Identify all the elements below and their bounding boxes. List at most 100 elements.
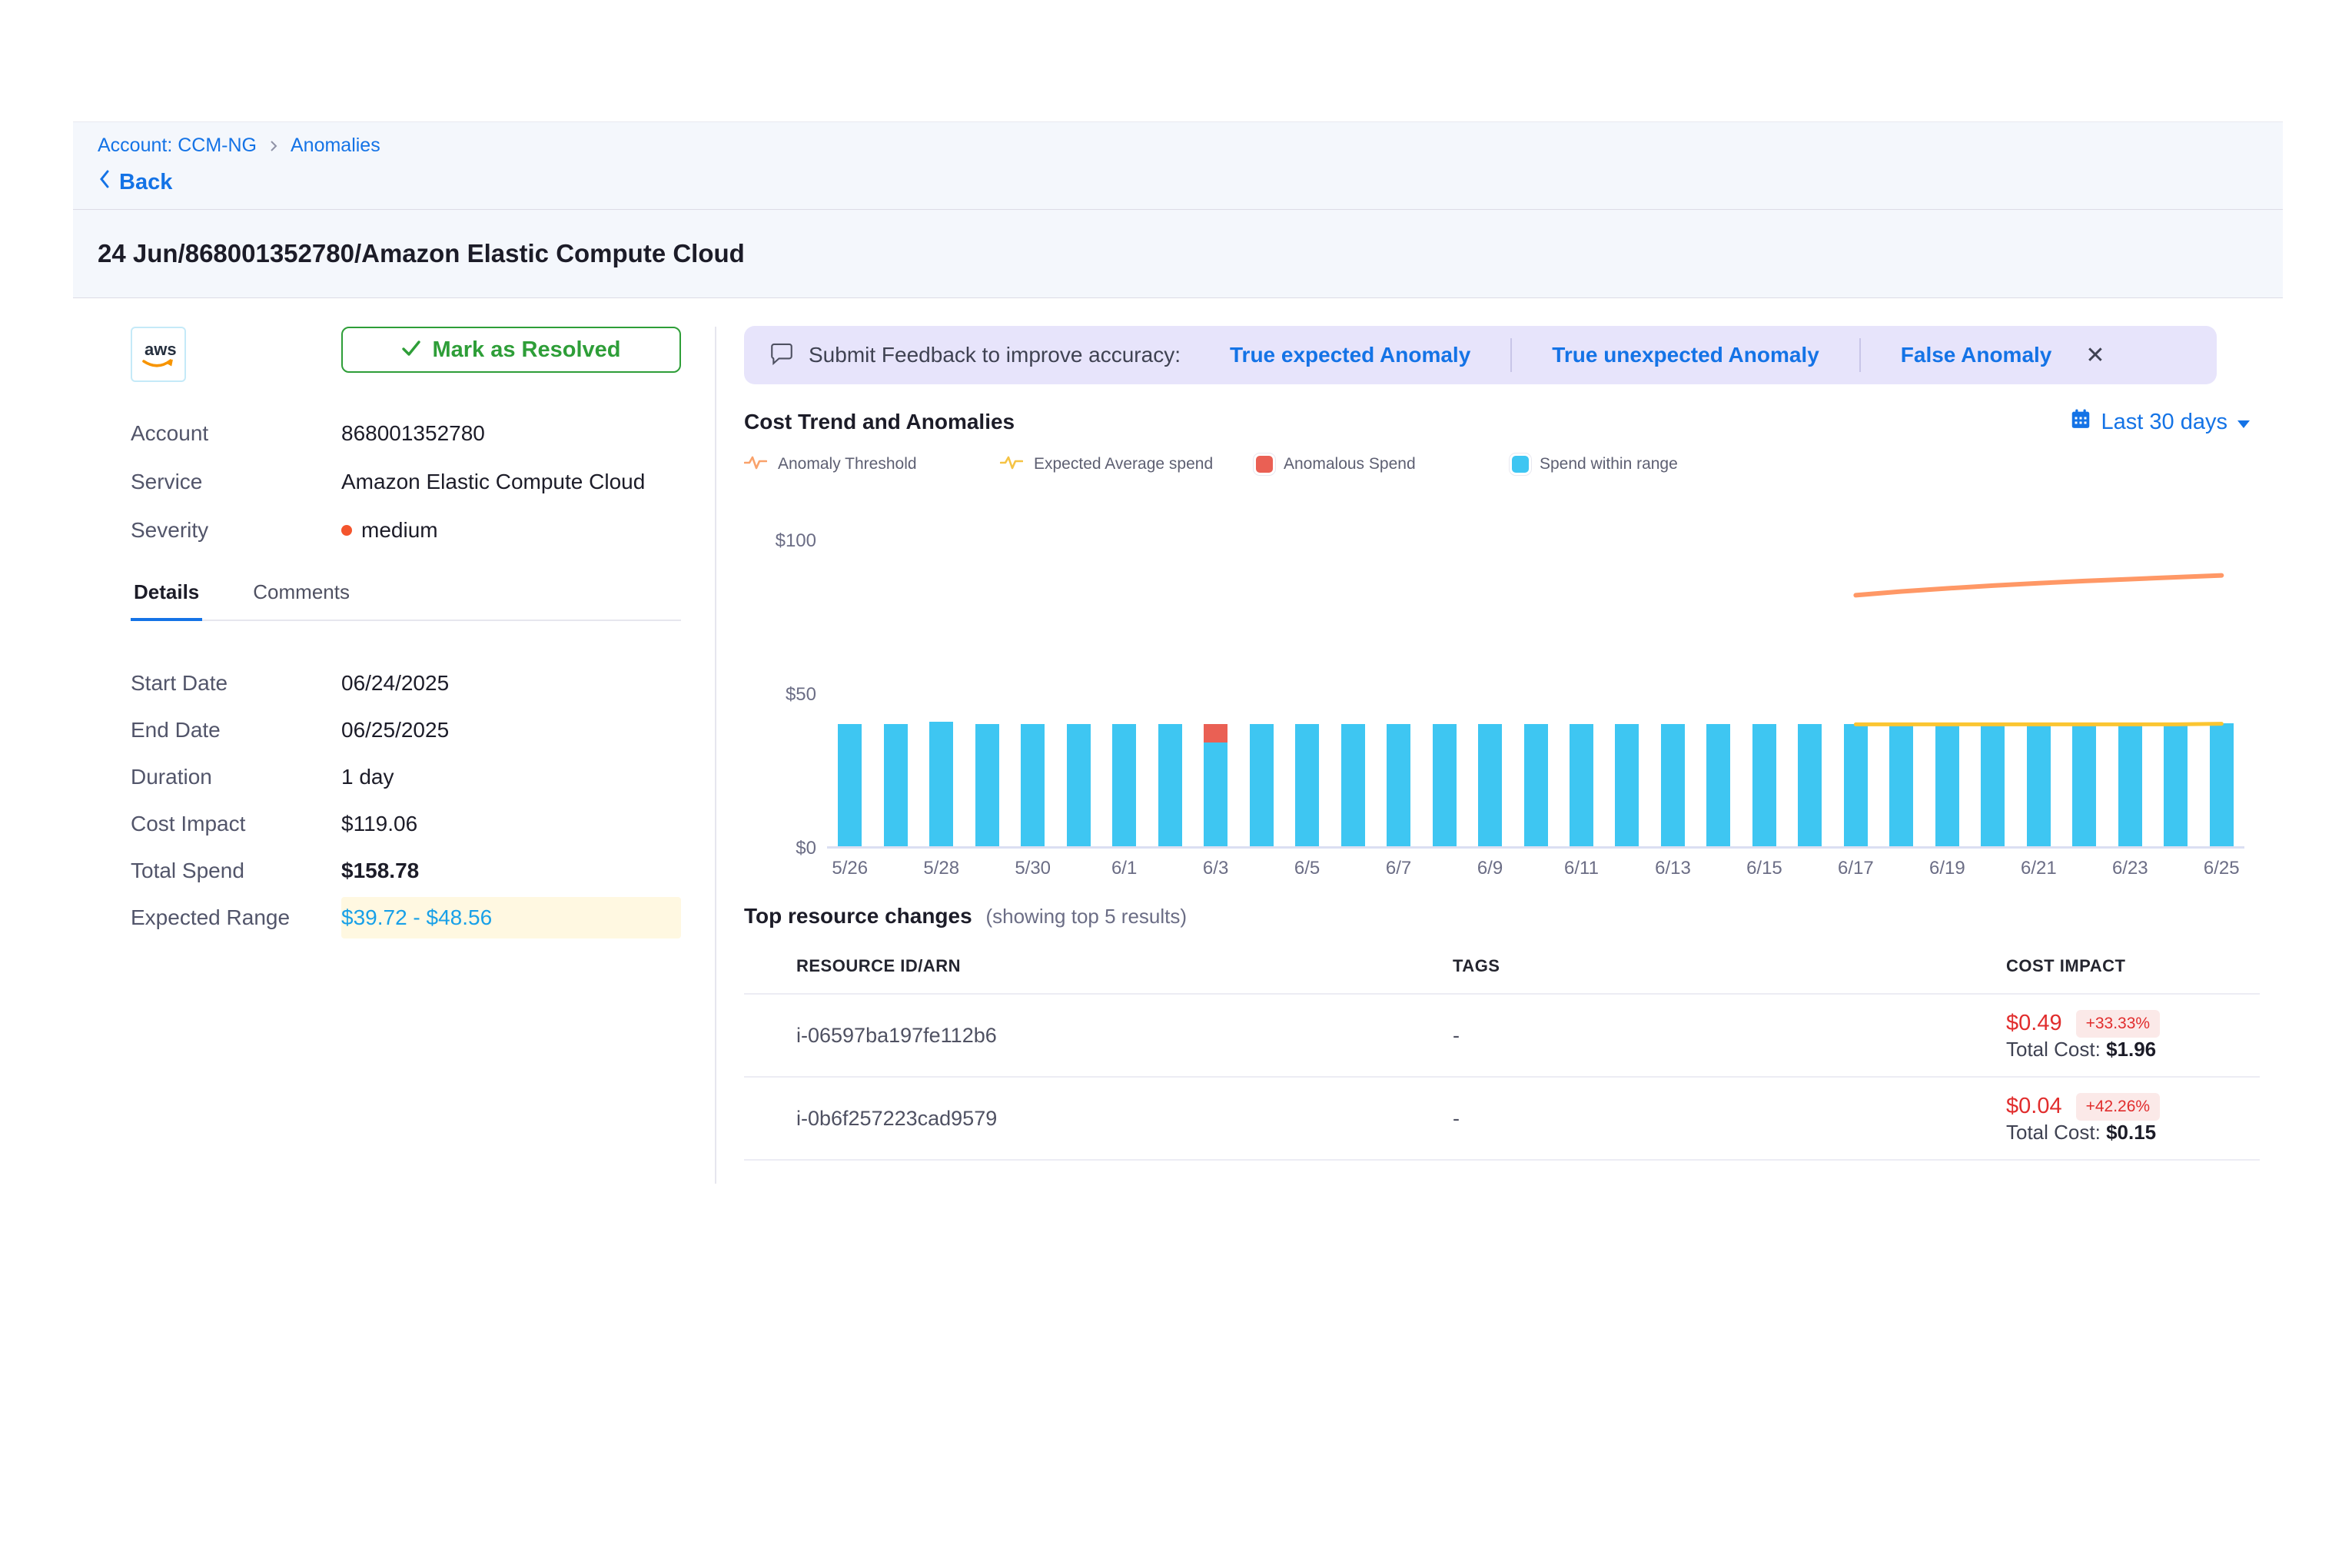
bar-5/26[interactable]: [827, 724, 872, 846]
bar-6/11[interactable]: [1559, 724, 1604, 846]
bar-6/17[interactable]: [1833, 724, 1879, 846]
x-tick-6/6: [1330, 858, 1375, 879]
bar-6/15[interactable]: [1742, 724, 1787, 846]
table-row[interactable]: i-06597ba197fe112b6 - $0.49 +33.33% Tota…: [744, 995, 2260, 1078]
expected-range-highlight: $39.72 - $48.56: [341, 897, 681, 938]
check-icon: [401, 337, 421, 363]
column-tags: TAGS: [1453, 956, 2006, 976]
resource-tags: -: [1453, 1024, 2006, 1048]
chart-title: Cost Trend and Anomalies: [744, 410, 1015, 434]
chart-header: Cost Trend and Anomalies Last 30 days: [744, 407, 2260, 437]
bar-6/1[interactable]: [1101, 724, 1147, 846]
feedback-separator: [1859, 338, 1861, 372]
date-range-picker[interactable]: Last 30 days: [2069, 407, 2251, 437]
details-list: Start Date 06/24/2025 End Date 06/25/202…: [131, 659, 681, 941]
breadcrumb-anomalies-link[interactable]: Anomalies: [291, 135, 380, 157]
bar-6/9[interactable]: [1467, 724, 1513, 846]
chart-plot-area: [827, 540, 2244, 849]
severity-badge: medium: [341, 517, 438, 543]
resource-tags: -: [1453, 1107, 2006, 1131]
bar-5/29[interactable]: [964, 724, 1009, 846]
feedback-true-unexpected[interactable]: True unexpected Anomaly: [1552, 343, 1819, 367]
close-icon[interactable]: ✕: [2085, 342, 2105, 369]
bar-6/22[interactable]: [2061, 723, 2107, 846]
table-header-row: RESOURCE ID/ARN TAGS COST IMPACT: [744, 956, 2260, 995]
bar-6/3[interactable]: [1193, 724, 1238, 846]
bar-6/7[interactable]: [1376, 724, 1421, 846]
breadcrumb-account-link[interactable]: Account: CCM-NG: [98, 135, 257, 157]
panel-divider: [715, 327, 716, 1184]
cost-impact-value: $0.49: [2006, 1011, 2062, 1036]
chevron-right-icon: [267, 140, 280, 152]
severity-dot-icon: [341, 525, 352, 536]
x-tick-6/5: 6/5: [1284, 858, 1330, 879]
x-tick-6/22: [2061, 858, 2107, 879]
tab-comments[interactable]: Comments: [250, 580, 353, 620]
date-range-label: Last 30 days: [2101, 410, 2227, 435]
x-tick-5/26: 5/26: [827, 858, 872, 879]
x-tick-6/25: 6/25: [2199, 858, 2244, 879]
x-tick-6/21: 6/21: [2016, 858, 2061, 879]
service-field: Service Amazon Elastic Compute Cloud: [131, 469, 681, 495]
cost-impact-percent-badge: +42.26%: [2076, 1093, 2161, 1121]
field-value: 868001352780: [341, 420, 485, 447]
x-tick-5/28: 5/28: [919, 858, 964, 879]
x-tick-5/27: [872, 858, 918, 879]
bar-6/5[interactable]: [1284, 724, 1330, 846]
bar-6/16[interactable]: [1787, 724, 1832, 846]
feedback-true-expected[interactable]: True expected Anomaly: [1230, 343, 1470, 367]
bar-6/18[interactable]: [1879, 724, 1924, 846]
column-resource-id: RESOURCE ID/ARN: [796, 956, 1453, 976]
x-tick-6/16: [1787, 858, 1832, 879]
mark-as-resolved-button[interactable]: Mark as Resolved: [341, 327, 681, 373]
feedback-bubble-icon: [769, 341, 795, 370]
total-cost: Total Cost: $0.15: [2006, 1121, 2156, 1144]
total-cost: Total Cost: $1.96: [2006, 1038, 2156, 1061]
field-label: Severity: [131, 517, 341, 543]
legend-anomalous-spend[interactable]: Anomalous Spend: [1256, 455, 1512, 473]
x-tick-6/1: 6/1: [1101, 858, 1147, 879]
bar-6/23[interactable]: [2108, 723, 2153, 846]
pulse-line-icon: [1000, 454, 1023, 475]
bar-5/28[interactable]: [919, 722, 964, 846]
chevron-left-icon: [98, 169, 111, 195]
column-cost-impact: COST IMPACT: [2006, 956, 2260, 976]
bar-6/8[interactable]: [1421, 724, 1467, 846]
bar-6/24[interactable]: [2153, 723, 2198, 846]
bar-6/20[interactable]: [1970, 724, 2015, 846]
legend-expected-average[interactable]: Expected Average spend: [1000, 454, 1256, 475]
table-row[interactable]: i-0b6f257223cad9579 - $0.04 +42.26% Tota…: [744, 1078, 2260, 1161]
feedback-bar: Submit Feedback to improve accuracy: Tru…: [744, 326, 2217, 384]
bar-6/10[interactable]: [1513, 724, 1558, 846]
back-button[interactable]: Back: [98, 169, 172, 195]
bar-6/14[interactable]: [1696, 724, 1741, 846]
bar-5/27[interactable]: [872, 724, 918, 846]
legend-anomaly-threshold[interactable]: Anomaly Threshold: [744, 454, 1000, 475]
x-tick-6/2: [1147, 858, 1192, 879]
bar-6/12[interactable]: [1604, 724, 1649, 846]
x-tick-6/9: 6/9: [1467, 858, 1513, 879]
x-tick-6/20: [1970, 858, 2015, 879]
bar-6/6[interactable]: [1330, 724, 1375, 846]
header-title-row: 24 Jun/868001352780/Amazon Elastic Compu…: [73, 210, 2283, 297]
tab-details[interactable]: Details: [131, 580, 202, 621]
bar-6/13[interactable]: [1650, 724, 1696, 846]
bar-6/25[interactable]: [2199, 723, 2244, 846]
x-tick-6/8: [1421, 858, 1467, 879]
field-label: Account: [131, 420, 341, 447]
bar-6/2[interactable]: [1147, 724, 1192, 846]
x-tick-5/29: [964, 858, 1009, 879]
bar-6/19[interactable]: [1925, 724, 1970, 846]
y-axis-tick: $50: [755, 684, 816, 706]
bar-6/4[interactable]: [1238, 724, 1284, 846]
caret-down-icon: [2237, 410, 2251, 435]
severity-value: medium: [361, 517, 438, 543]
bar-5/30[interactable]: [1010, 724, 1055, 846]
x-tick-5/30: 5/30: [1010, 858, 1055, 879]
severity-field: Severity medium: [131, 517, 681, 543]
legend-spend-within-range[interactable]: Spend within range: [1512, 455, 1768, 473]
cyan-square-icon: [1512, 456, 1529, 473]
feedback-false-anomaly[interactable]: False Anomaly: [1901, 343, 2052, 367]
bar-5/31[interactable]: [1055, 724, 1101, 846]
bar-6/21[interactable]: [2016, 724, 2061, 846]
